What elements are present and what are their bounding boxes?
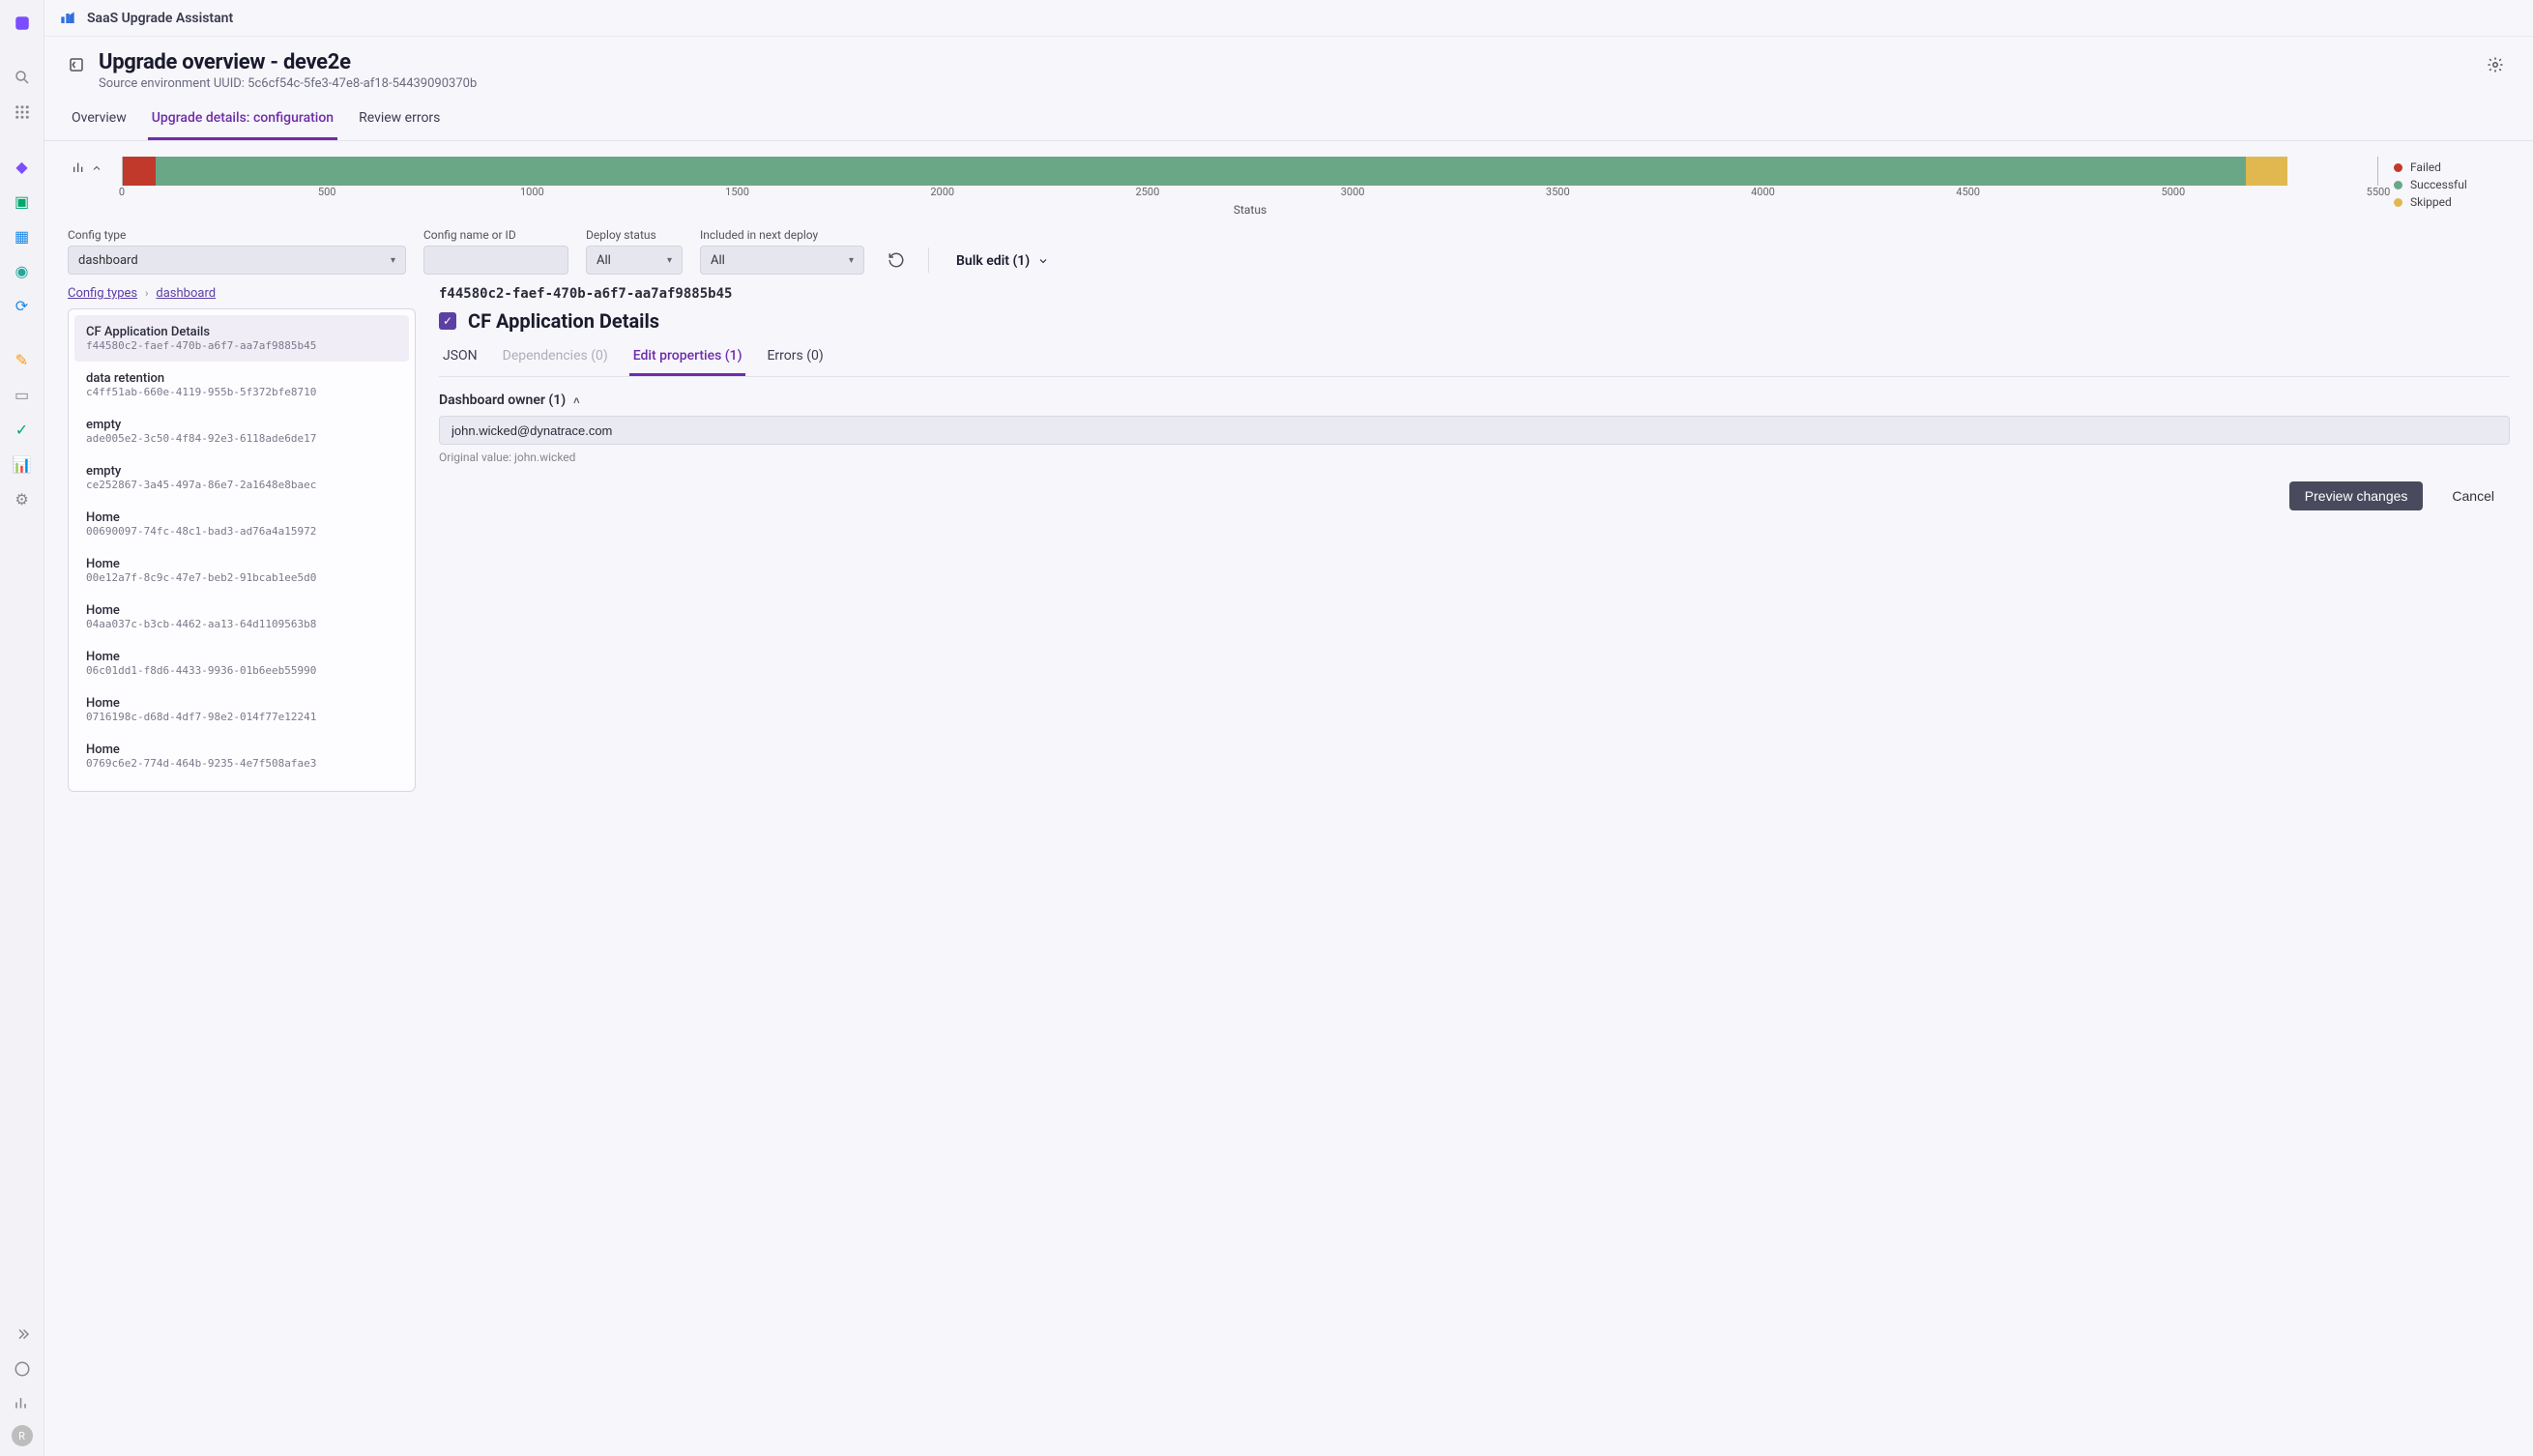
list-item[interactable]: Home06c01dd1-f8d6-4433-9936-01b6eeb55990 — [74, 640, 409, 686]
dtab-edit[interactable]: Edit properties (1) — [629, 338, 746, 376]
chevron-down-icon: ▾ — [849, 255, 854, 266]
page-title: Upgrade overview - deve2e — [99, 50, 2467, 74]
nav-item-2-icon[interactable]: ▣ — [9, 188, 36, 215]
list-item[interactable]: Home0769c6e2-774d-464b-9235-4e7f508afae3 — [74, 733, 409, 779]
analytics-icon[interactable] — [9, 1390, 36, 1417]
page-subtitle: Source environment UUID: 5c6cf54c-5fe3-4… — [99, 76, 2467, 91]
apps-grid-icon[interactable] — [9, 99, 36, 126]
config-list[interactable]: CF Application Detailsf44580c2-faef-470b… — [68, 308, 416, 792]
preview-changes-button[interactable]: Preview changes — [2289, 481, 2424, 510]
detail-uuid: f44580c2-faef-470b-a6f7-aa7af9885b45 — [439, 286, 2510, 302]
left-column: Config types › dashboard CF Application … — [68, 286, 416, 792]
nav-item-3-icon[interactable]: ▦ — [9, 222, 36, 249]
page-icon — [68, 56, 85, 77]
detail-tabs: JSON Dependencies (0) Edit properties (1… — [439, 338, 2510, 377]
chart-segment-skipped — [2246, 157, 2286, 186]
property-section: Dashboard owner (1) ˄ Original value: jo… — [439, 393, 2510, 464]
page-header: Upgrade overview - deve2e Source environ… — [44, 37, 2533, 91]
chart-segment-successful — [156, 157, 2246, 186]
detail-checkbox[interactable]: ✓ — [439, 312, 456, 330]
list-item[interactable]: data retentionc4ff51ab-660e-4119-955b-5f… — [74, 362, 409, 408]
list-item[interactable]: Home00690097-74fc-48c1-bad3-ad76a4a15972 — [74, 501, 409, 547]
logo-icon[interactable] — [9, 10, 36, 37]
legend-skipped: Skipped — [2410, 195, 2452, 209]
nav-item-7-icon[interactable]: ▭ — [9, 381, 36, 408]
breadcrumb-config-types[interactable]: Config types — [68, 286, 137, 301]
nav-item-1-icon[interactable]: ◆ — [9, 153, 36, 180]
action-row: Preview changes Cancel — [439, 481, 2510, 510]
divider — [928, 248, 929, 273]
cancel-button[interactable]: Cancel — [2436, 481, 2510, 510]
chart-legend: Failed Successful Skipped — [2394, 157, 2510, 209]
chart-segment-failed — [123, 157, 156, 186]
dtab-deps[interactable]: Dependencies (0) — [499, 338, 612, 376]
chart-row: 0500100015002000250030003500400045005000… — [44, 141, 2533, 217]
nav-item-9-icon[interactable]: 📊 — [9, 451, 36, 478]
detail-title: CF Application Details — [468, 309, 659, 333]
nav-item-6-icon[interactable]: ✎ — [9, 346, 36, 373]
top-bar: SaaS Upgrade Assistant — [44, 0, 2533, 37]
detail-panel: f44580c2-faef-470b-a6f7-aa7af9885b45 ✓ C… — [439, 286, 2510, 510]
chevron-down-icon: ▾ — [667, 255, 672, 266]
nav-item-5-icon[interactable]: ⟳ — [9, 292, 36, 319]
page-tabs: Overview Upgrade details: configuration … — [44, 99, 2533, 141]
chevron-down-icon: ▾ — [391, 255, 395, 266]
nav-item-8-icon[interactable]: ✓ — [9, 416, 36, 443]
help-icon[interactable] — [9, 1355, 36, 1383]
list-item[interactable]: Home0716198c-d68d-4df7-98e2-014f77e12241 — [74, 686, 409, 733]
included-select[interactable]: All▾ — [700, 246, 864, 275]
deploy-status-label: Deploy status — [586, 228, 683, 242]
tab-review-errors[interactable]: Review errors — [355, 99, 444, 140]
avatar[interactable]: R — [12, 1425, 33, 1446]
chevron-up-icon: ˄ — [573, 394, 579, 407]
property-header[interactable]: Dashboard owner (1) ˄ — [439, 393, 2510, 408]
legend-successful: Successful — [2410, 178, 2467, 191]
list-item[interactable]: emptyce252867-3a45-497a-86e7-2a1648e8bae… — [74, 454, 409, 501]
included-label: Included in next deploy — [700, 228, 864, 242]
config-type-select[interactable]: dashboard▾ — [68, 246, 406, 275]
tab-upgrade-details[interactable]: Upgrade details: configuration — [148, 99, 337, 140]
dtab-json[interactable]: JSON — [439, 338, 481, 376]
body: Config types › dashboard CF Application … — [44, 275, 2533, 807]
app-name: SaaS Upgrade Assistant — [87, 11, 233, 26]
config-name-input[interactable] — [423, 246, 568, 275]
nav-rail: ◆ ▣ ▦ ◉ ⟳ ✎ ▭ ✓ 📊 ⚙ R — [0, 0, 44, 1456]
property-input[interactable] — [439, 416, 2510, 445]
chart-axis-label: Status — [122, 203, 2378, 217]
chart-toggle[interactable] — [68, 157, 106, 180]
list-item[interactable]: Home00e12a7f-8c9c-47e7-beb2-91bcab1ee5d0 — [74, 547, 409, 594]
chart: 0500100015002000250030003500400045005000… — [122, 157, 2378, 217]
breadcrumb-dashboard[interactable]: dashboard — [156, 286, 216, 301]
reset-filters-icon[interactable] — [882, 246, 911, 275]
deploy-status-select[interactable]: All▾ — [586, 246, 683, 275]
nav-item-10-icon[interactable]: ⚙ — [9, 485, 36, 512]
breadcrumb: Config types › dashboard — [68, 286, 416, 301]
chevron-right-icon: › — [145, 287, 148, 300]
config-type-label: Config type — [68, 228, 406, 242]
dtab-errors[interactable]: Errors (0) — [763, 338, 827, 376]
search-icon[interactable] — [9, 64, 36, 91]
main: SaaS Upgrade Assistant Upgrade overview … — [44, 0, 2533, 1456]
config-name-label: Config name or ID — [423, 228, 568, 242]
list-item[interactable]: emptyade005e2-3c50-4f84-92e3-6118ade6de1… — [74, 408, 409, 454]
bulk-edit-button[interactable]: Bulk edit (1) — [946, 248, 1059, 275]
settings-icon[interactable] — [2481, 50, 2510, 83]
nav-item-4-icon[interactable]: ◉ — [9, 257, 36, 284]
list-item[interactable]: Home04aa037c-b3cb-4462-aa13-64d1109563b8 — [74, 594, 409, 640]
tab-overview[interactable]: Overview — [68, 99, 131, 140]
filter-strip: Config type dashboard▾ Config name or ID… — [44, 217, 2533, 275]
expand-rail-icon[interactable] — [9, 1321, 36, 1348]
list-item[interactable]: CF Application Detailsf44580c2-faef-470b… — [74, 315, 409, 362]
app-icon — [58, 9, 77, 28]
legend-failed: Failed — [2410, 160, 2441, 174]
property-original: Original value: john.wicked — [439, 451, 2510, 464]
